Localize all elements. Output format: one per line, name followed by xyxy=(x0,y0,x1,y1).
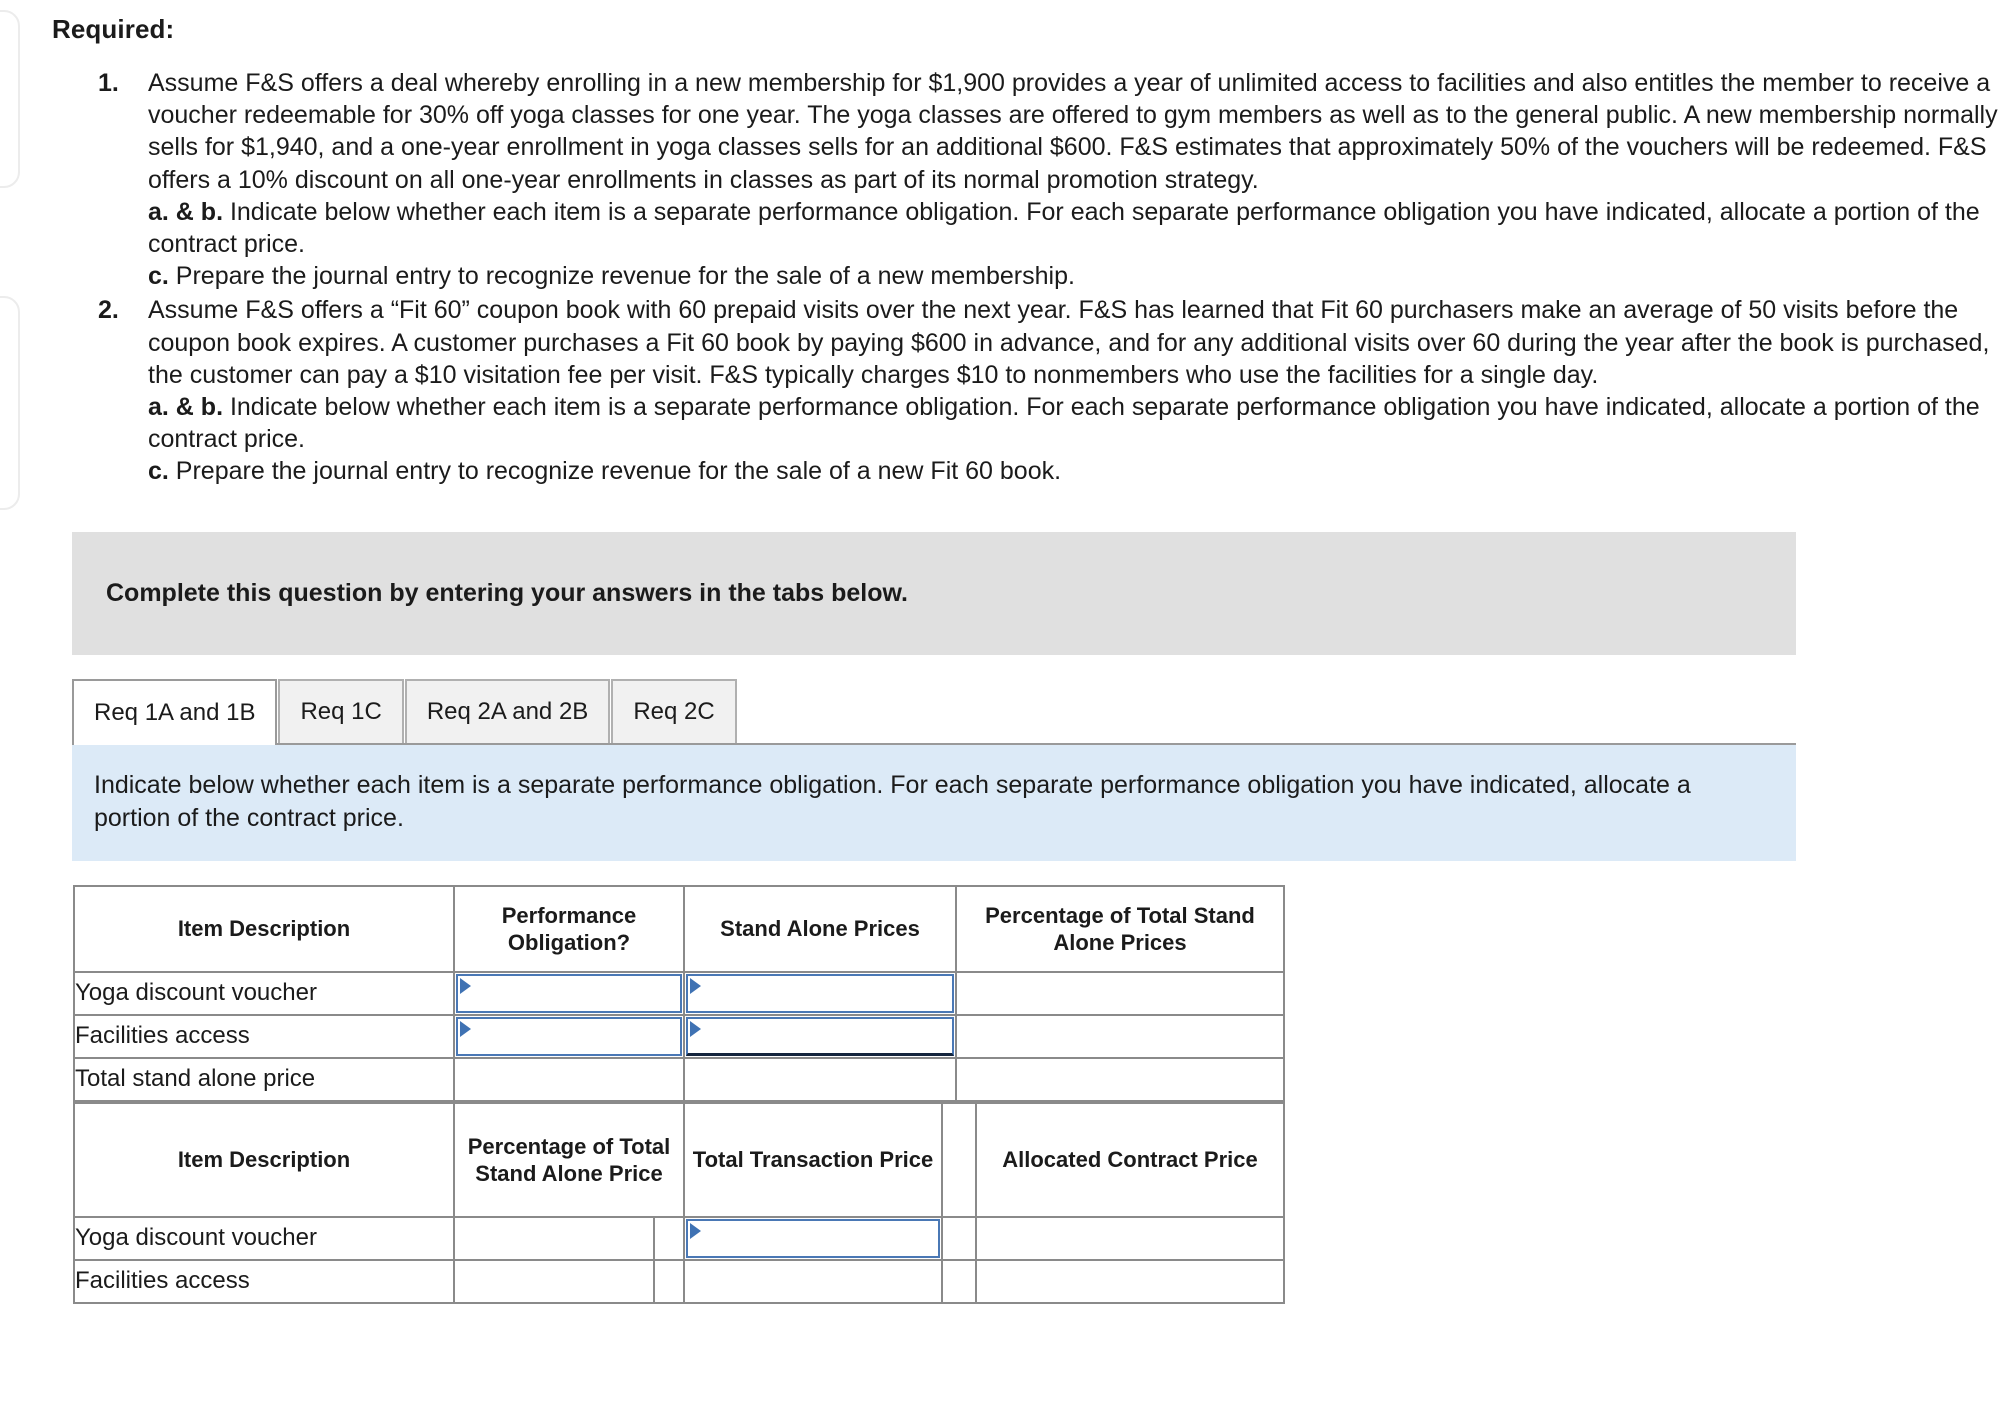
required-item-2-sub-c: c. Prepare the journal entry to recogniz… xyxy=(148,455,2006,487)
tab-instruction-box: Indicate below whether each item is a se… xyxy=(72,744,1796,861)
input-total-transaction-price-yoga[interactable] xyxy=(685,1218,941,1259)
cell2-gap2-yoga xyxy=(941,1215,977,1261)
tab-req-2a-and-2b[interactable]: Req 2A and 2B xyxy=(404,678,611,743)
tab-req-2c-label: Req 2C xyxy=(633,697,715,725)
tab-req-1a-and-1b-label: Req 1A and 1B xyxy=(94,698,256,726)
cell-flag-icon xyxy=(460,1020,471,1037)
tab-req-2a-and-2b-label: Req 2A and 2B xyxy=(426,697,589,725)
th2-spacer xyxy=(941,1101,977,1218)
cell-flag-icon xyxy=(690,1222,701,1239)
answer-tables: Item Description Performance Obligation?… xyxy=(73,884,1285,1304)
cell-stand-alone-price-facilities[interactable] xyxy=(683,1013,957,1059)
tab-req-1c[interactable]: Req 1C xyxy=(278,678,404,743)
required-item-1-sub-ab-label: a. & b. xyxy=(148,197,224,226)
th-stand-alone-prices: Stand Alone Prices xyxy=(683,884,957,973)
th2-total-transaction-price: Total Transaction Price xyxy=(683,1101,943,1218)
row-label-total-stand-alone-price: Total stand alone price xyxy=(73,1056,455,1102)
tab-req-2c[interactable]: Req 2C xyxy=(611,678,737,743)
cell2-percentage-yoga[interactable] xyxy=(453,1215,655,1261)
table-two-header-row: Item Description Percentage of Total Sta… xyxy=(73,1101,1285,1218)
answer-tabs: Req 1A and 1B Req 1C Req 2A and 2B Req 2… xyxy=(72,677,1796,745)
cell-flag-icon xyxy=(690,1020,701,1037)
th2-percentage-of-total-stand-alone-price: Percentage of Total Stand Alone Price xyxy=(453,1101,685,1218)
complete-question-banner: Complete this question by entering your … xyxy=(72,531,1796,655)
stand-alone-price-table: Item Description Performance Obligation?… xyxy=(73,884,1285,1102)
table-row: Facilities access xyxy=(73,1013,1285,1059)
cell2-gap2-facilities xyxy=(941,1258,977,1304)
required-heading: Required: xyxy=(52,14,175,44)
input-stand-alone-price-facilities[interactable] xyxy=(685,1016,955,1057)
cell-performance-obligation-total[interactable] xyxy=(453,1056,685,1102)
tab-instruction-text: Indicate below whether each item is a se… xyxy=(94,770,1691,832)
required-item-2-sub-ab: a. & b. Indicate below whether each item… xyxy=(148,391,2006,455)
cell2-allocated-contract-price-yoga[interactable] xyxy=(975,1215,1285,1261)
row-label-facilities-access: Facilities access xyxy=(73,1013,455,1059)
table-row: Total stand alone price xyxy=(73,1056,1285,1102)
required-item-2-sub-ab-label: a. & b. xyxy=(148,393,224,422)
cell2-total-transaction-price-facilities[interactable] xyxy=(683,1258,943,1304)
table-row: Yoga discount voucher xyxy=(73,1215,1285,1261)
required-item-2-sub-ab-text: Indicate below whether each item is a se… xyxy=(148,393,1980,454)
table-row: Yoga discount voucher xyxy=(73,970,1285,1016)
required-item-1-sub-c-text: Prepare the journal entry to recognize r… xyxy=(168,262,1075,291)
cell-percentage-facilities[interactable] xyxy=(955,1013,1285,1059)
row2-label-yoga-discount-voucher: Yoga discount voucher xyxy=(73,1215,455,1261)
th-percentage-of-total-stand-alone-prices: Percentage of Total Stand Alone Prices xyxy=(955,884,1285,973)
required-item-2: 2. Assume F&S offers a “Fit 60” coupon b… xyxy=(0,292,2006,487)
cell-performance-obligation-yoga[interactable] xyxy=(453,970,685,1016)
cell-percentage-yoga[interactable] xyxy=(955,970,1285,1016)
cell-flag-icon xyxy=(690,977,701,994)
required-item-2-sub-c-label: c. xyxy=(148,457,169,486)
table-row: Facilities access xyxy=(73,1258,1285,1304)
th-item-description: Item Description xyxy=(73,884,455,973)
cell2-percentage-facilities[interactable] xyxy=(453,1258,655,1304)
cell-stand-alone-price-yoga[interactable] xyxy=(683,970,957,1016)
th2-allocated-contract-price: Allocated Contract Price xyxy=(975,1101,1285,1218)
tab-req-1c-label: Req 1C xyxy=(300,697,382,725)
required-list: 1. Assume F&S offers a deal whereby enro… xyxy=(0,45,2006,488)
cell-performance-obligation-facilities[interactable] xyxy=(453,1013,685,1059)
required-item-1-number: 1. xyxy=(98,69,119,97)
required-item-1-sub-ab-text: Indicate below whether each item is a se… xyxy=(148,197,1980,259)
question-page: Required: 1. Assume F&S offers a deal wh… xyxy=(0,0,2006,1304)
row2-label-facilities-access: Facilities access xyxy=(73,1258,455,1304)
cell-stand-alone-price-total[interactable] xyxy=(683,1056,957,1102)
input-stand-alone-price-yoga[interactable] xyxy=(685,973,955,1014)
required-item-1-sub-c-label: c. xyxy=(148,262,169,291)
required-item-2-body: Assume F&S offers a “Fit 60” coupon book… xyxy=(148,296,1990,389)
required-item-1: 1. Assume F&S offers a deal whereby enro… xyxy=(0,45,2006,292)
cell2-total-transaction-price-yoga[interactable] xyxy=(683,1215,943,1261)
required-item-1-sub-c: c. Prepare the journal entry to recogniz… xyxy=(148,260,2006,292)
required-item-2-number: 2. xyxy=(98,296,119,325)
complete-question-banner-text: Complete this question by entering your … xyxy=(106,578,908,607)
input-performance-obligation-facilities[interactable] xyxy=(455,1016,683,1057)
cell-percentage-total[interactable] xyxy=(955,1056,1285,1102)
required-item-1-sub-ab: a. & b. Indicate below whether each item… xyxy=(148,196,2006,260)
allocated-contract-price-table: Item Description Percentage of Total Sta… xyxy=(73,1101,1285,1304)
required-item-1-body: Assume F&S offers a deal whereby enrolli… xyxy=(148,69,1998,194)
cell-flag-icon xyxy=(460,977,471,994)
th2-item-description: Item Description xyxy=(73,1101,455,1218)
required-item-2-sub-c-text: Prepare the journal entry to recognize r… xyxy=(168,457,1062,486)
cell2-gap-yoga xyxy=(653,1215,685,1261)
tab-req-1a-and-1b[interactable]: Req 1A and 1B xyxy=(72,678,278,745)
cell2-allocated-contract-price-facilities[interactable] xyxy=(975,1258,1285,1304)
table-one-header-row: Item Description Performance Obligation?… xyxy=(73,884,1285,973)
input-performance-obligation-yoga[interactable] xyxy=(455,973,683,1014)
th-performance-obligation: Performance Obligation? xyxy=(453,884,685,973)
row-label-yoga-discount-voucher: Yoga discount voucher xyxy=(73,970,455,1016)
cell2-gap-facilities xyxy=(653,1258,685,1304)
